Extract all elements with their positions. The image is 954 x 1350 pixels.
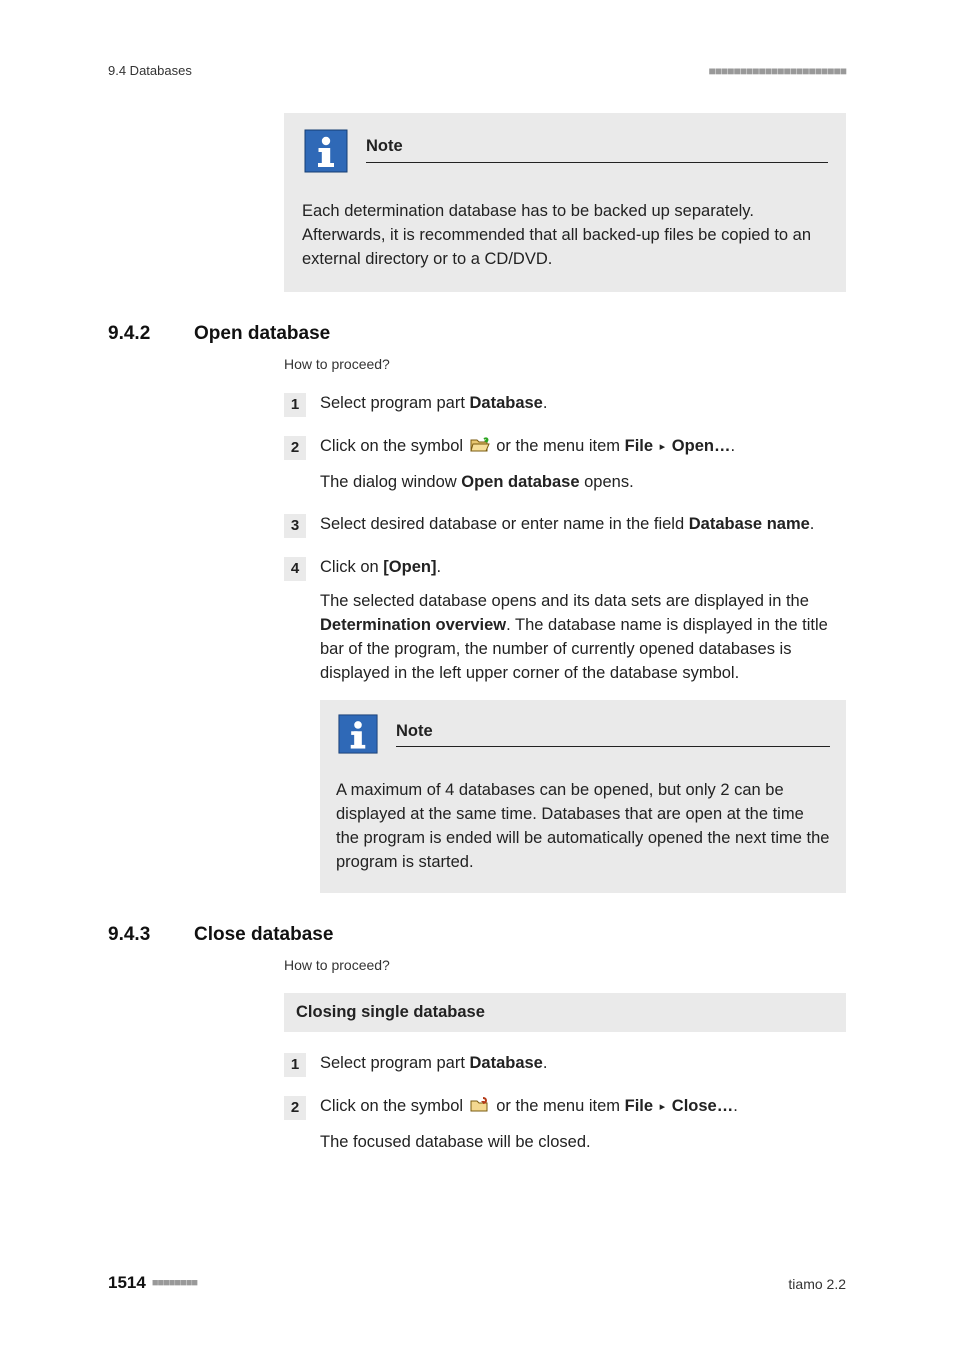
note-title: Note — [366, 135, 828, 163]
how-to-proceed: How to proceed? — [284, 955, 846, 975]
step-number-box: 3 — [284, 514, 306, 538]
step-body: Select program part Database. — [320, 392, 846, 416]
step-number-box: 2 — [284, 1096, 306, 1120]
page-footer: 1514 ■■■■■■■■ tiamo 2.2 — [108, 1271, 846, 1296]
section-943-heading: 9.4.3 Close database — [108, 921, 846, 949]
step-942-4: 4 Click on [Open]. The selected database… — [284, 556, 846, 893]
note-title: Note — [396, 720, 830, 748]
step-942-3: 3 Select desired database or enter name … — [284, 513, 846, 538]
step-943-1: 1 Select program part Database. — [284, 1052, 846, 1077]
folder-open-icon — [470, 437, 490, 461]
step-number-box: 1 — [284, 1053, 306, 1077]
note-body: Each determination database has to be ba… — [302, 200, 828, 272]
header-dots: ■■■■■■■■■■■■■■■■■■■■■■ — [709, 63, 846, 80]
header-left: 9.4 Databases — [108, 62, 192, 81]
note-box-backup: Note Each determination database has to … — [284, 113, 846, 292]
step-number-box: 2 — [284, 436, 306, 460]
step-body: Click on [Open]. The selected database o… — [320, 556, 846, 893]
section-942-heading: 9.4.2 Open database — [108, 320, 846, 348]
subheading-bar: Closing single database — [284, 993, 846, 1032]
note-body: A maximum of 4 databases can be opened, … — [336, 779, 830, 875]
subheading: Closing single database — [296, 1003, 485, 1021]
info-icon — [304, 129, 348, 181]
how-to-proceed: How to proceed? — [284, 354, 846, 374]
step-body: Select desired database or enter name in… — [320, 513, 846, 537]
step-942-1: 1 Select program part Database. — [284, 392, 846, 417]
step-body: Click on the symbol or the menu item Fil… — [320, 1095, 846, 1155]
step-943-2: 2 Click on the symbol or the menu item F… — [284, 1095, 846, 1155]
folder-close-icon — [470, 1097, 490, 1121]
note-box-max-db: Note A maximum of 4 databases can be ope… — [320, 700, 846, 894]
footer-dots: ■■■■■■■■ — [152, 1276, 197, 1292]
step-body: Select program part Database. — [320, 1052, 846, 1076]
step-942-2: 2 Click on the symbol or the menu item F… — [284, 435, 846, 495]
menu-arrow-icon: ▸ — [660, 1100, 666, 1116]
info-icon — [338, 714, 378, 762]
page-header: 9.4 Databases ■■■■■■■■■■■■■■■■■■■■■■ — [108, 62, 846, 81]
section-number: 9.4.3 — [108, 921, 166, 949]
menu-arrow-icon: ▸ — [660, 440, 666, 456]
section-number: 9.4.2 — [108, 320, 166, 348]
page-number: 1514 — [108, 1271, 146, 1296]
section-title: Close database — [194, 921, 333, 949]
step-number-box: 4 — [284, 557, 306, 581]
section-title: Open database — [194, 320, 330, 348]
step-body: Click on the symbol or the menu item Fil… — [320, 435, 846, 495]
footer-right: tiamo 2.2 — [788, 1274, 846, 1294]
step-number-box: 1 — [284, 393, 306, 417]
